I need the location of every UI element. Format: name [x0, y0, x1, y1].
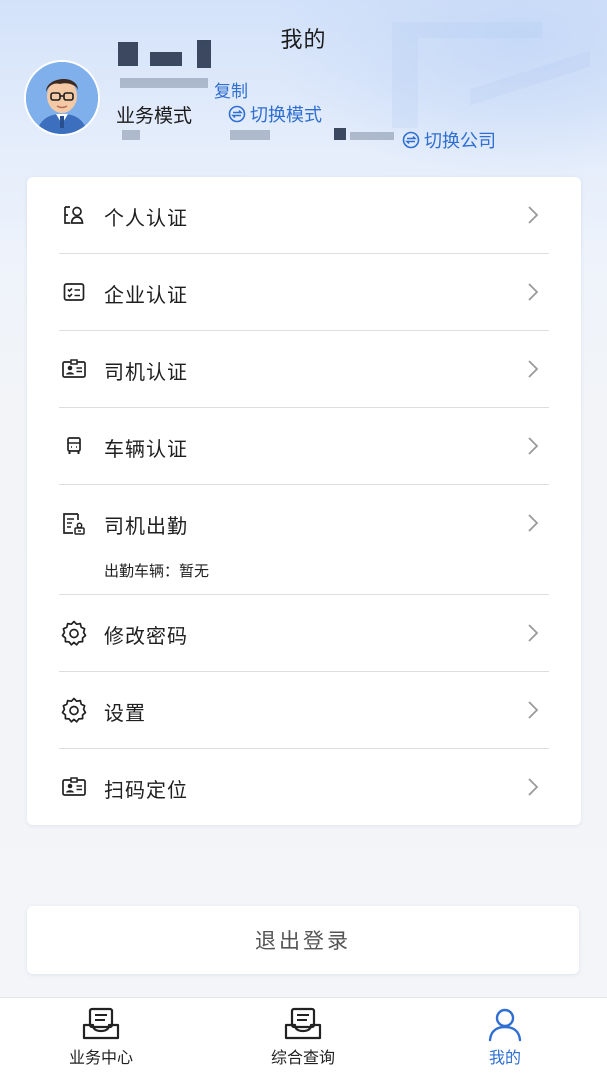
- id-person-icon: [59, 200, 89, 230]
- redacted-id: [120, 78, 208, 88]
- enterprise-card-icon: [59, 277, 89, 307]
- page-title: 我的: [280, 28, 327, 53]
- copy-link[interactable]: 复制: [214, 77, 248, 102]
- menu-item-personal-auth[interactable]: 个人认证: [59, 177, 549, 254]
- inbox-tray-icon: [283, 1006, 323, 1042]
- logout-button[interactable]: 退出登录: [27, 906, 579, 974]
- switch-company-button[interactable]: 切换公司: [402, 127, 496, 153]
- driver-badge-icon: [59, 354, 89, 384]
- chevron-right-icon: [525, 204, 541, 226]
- redacted-name: [197, 40, 211, 68]
- redacted-company: [122, 130, 140, 140]
- switch-mode-label: 切换模式: [250, 105, 322, 126]
- menu-item-enterprise-auth[interactable]: 企业认证: [59, 254, 549, 331]
- avatar[interactable]: [26, 62, 98, 134]
- menu-item-label: 个人认证: [104, 206, 188, 230]
- menu-item-label: 司机出勤: [104, 514, 188, 538]
- switch-icon: [402, 131, 420, 149]
- menu-item-driver-attendance[interactable]: 司机出勤 出勤车辆：暂无: [59, 485, 549, 595]
- menu-item-label: 车辆认证: [104, 437, 188, 461]
- redacted-name: [118, 42, 138, 66]
- tab-business-center[interactable]: 业务中心: [0, 998, 202, 1080]
- menu-item-label: 修改密码: [104, 624, 188, 648]
- redacted-company: [230, 130, 270, 140]
- tab-comprehensive-query[interactable]: 综合查询: [202, 998, 404, 1080]
- tab-label: 业务中心: [68, 1048, 133, 1067]
- tab-mine[interactable]: 我的: [404, 998, 606, 1080]
- chevron-right-icon: [525, 776, 541, 798]
- menu-item-driver-auth[interactable]: 司机认证: [59, 331, 549, 408]
- redacted-company: [350, 132, 394, 140]
- gear-icon: [59, 695, 89, 725]
- attendance-doc-icon: [59, 508, 89, 538]
- menu-item-label: 扫码定位: [104, 778, 188, 802]
- switch-mode-button[interactable]: 切换模式: [228, 101, 322, 127]
- attendance-vehicle-text: 出勤车辆：暂无: [104, 562, 210, 580]
- chevron-right-icon: [525, 281, 541, 303]
- bottom-tab-bar: 业务中心 综合查询 我的: [0, 997, 607, 1080]
- tab-label: 我的: [488, 1048, 521, 1067]
- chevron-right-icon: [525, 622, 541, 644]
- driver-badge-icon: [59, 772, 89, 802]
- chevron-right-icon: [525, 699, 541, 721]
- switch-company-label: 切换公司: [424, 131, 496, 152]
- inbox-tray-icon: [81, 1006, 121, 1042]
- chevron-right-icon: [525, 512, 541, 534]
- tab-label: 综合查询: [270, 1048, 335, 1067]
- chevron-right-icon: [525, 358, 541, 380]
- business-mode-label: 业务模式: [116, 105, 193, 127]
- chevron-right-icon: [525, 435, 541, 457]
- gear-icon: [59, 618, 89, 648]
- menu-item-label: 司机认证: [104, 360, 188, 384]
- redacted-name: [150, 52, 182, 66]
- menu-item-label: 企业认证: [104, 283, 188, 307]
- vehicle-icon: [59, 431, 89, 461]
- person-icon: [485, 1006, 525, 1042]
- switch-icon: [228, 105, 246, 123]
- menu-item-scan-locate[interactable]: 扫码定位: [59, 749, 549, 825]
- menu-item-vehicle-auth[interactable]: 车辆认证: [59, 408, 549, 485]
- menu-item-label: 设置: [104, 701, 146, 725]
- menu-item-settings[interactable]: 设置: [59, 672, 549, 749]
- menu-item-change-password[interactable]: 修改密码: [59, 595, 549, 672]
- menu-card: 个人认证 企业认证 司机认证 车辆认证 司机出勤 出勤车辆：暂无 修改密码 设置…: [27, 177, 581, 825]
- redacted-company: [334, 128, 346, 140]
